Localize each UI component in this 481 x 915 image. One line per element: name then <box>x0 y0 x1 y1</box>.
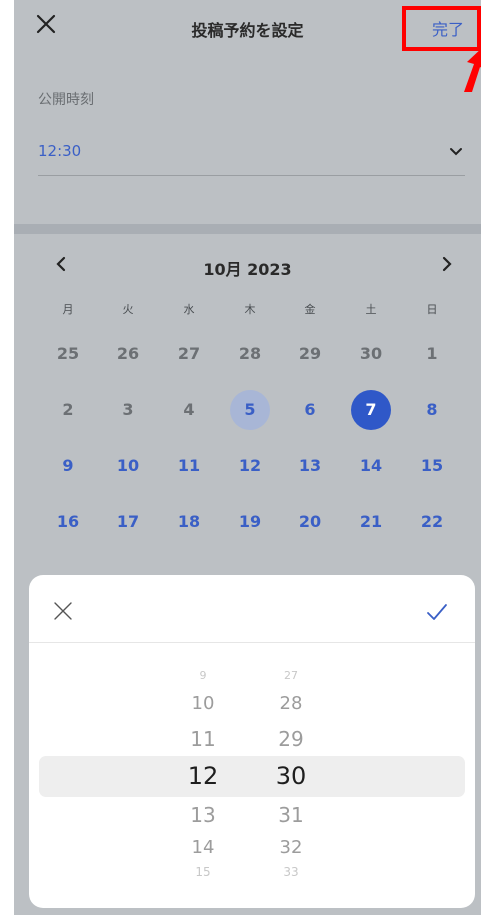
picker-minute[interactable]: 29 <box>261 727 321 751</box>
calendar-day[interactable]: 6 <box>290 390 330 430</box>
calendar-day[interactable]: 4 <box>169 390 209 430</box>
calendar-day[interactable]: 28 <box>230 334 270 374</box>
picker-minute-selected[interactable]: 30 <box>261 762 321 790</box>
calendar-day[interactable]: 1 <box>412 334 452 374</box>
calendar-day[interactable]: 9 <box>48 446 88 486</box>
sheet-divider <box>29 642 475 643</box>
calendar-day-today[interactable]: 5 <box>230 390 270 430</box>
calendar-day[interactable]: 3 <box>108 390 148 430</box>
calendar-day[interactable]: 22 <box>412 502 452 542</box>
picker-hour-selected[interactable]: 12 <box>173 762 233 790</box>
calendar-day[interactable]: 26 <box>108 334 148 374</box>
calendar-day[interactable]: 10 <box>108 446 148 486</box>
picker-hour[interactable]: 11 <box>173 727 233 751</box>
close-icon[interactable] <box>53 601 73 621</box>
calendar-day[interactable]: 21 <box>351 502 391 542</box>
picker-hour[interactable]: 14 <box>173 837 233 858</box>
calendar-day[interactable]: 19 <box>230 502 270 542</box>
calendar-day-selected[interactable]: 7 <box>351 390 391 430</box>
calendar-day[interactable]: 17 <box>108 502 148 542</box>
picker-minute[interactable]: 27 <box>261 669 321 682</box>
calendar-grid: 25 26 27 28 29 30 1 2 3 4 5 6 7 8 9 10 1… <box>14 0 481 600</box>
calendar-day[interactable]: 16 <box>48 502 88 542</box>
calendar-day[interactable]: 27 <box>169 334 209 374</box>
calendar-day[interactable]: 30 <box>351 334 391 374</box>
calendar-day[interactable]: 8 <box>412 390 452 430</box>
calendar-day[interactable]: 25 <box>48 334 88 374</box>
picker-selection-band <box>39 756 465 797</box>
calendar-day[interactable]: 20 <box>290 502 330 542</box>
picker-hour[interactable]: 13 <box>173 803 233 827</box>
picker-minute[interactable]: 32 <box>261 837 321 858</box>
picker-minute[interactable]: 31 <box>261 803 321 827</box>
picker-hour[interactable]: 10 <box>173 693 233 714</box>
picker-minute[interactable]: 33 <box>261 865 321 879</box>
calendar-day[interactable]: 29 <box>290 334 330 374</box>
check-icon[interactable] <box>426 603 448 621</box>
picker-minute[interactable]: 28 <box>261 693 321 714</box>
calendar-day[interactable]: 18 <box>169 502 209 542</box>
calendar-day[interactable]: 14 <box>351 446 391 486</box>
calendar-day[interactable]: 12 <box>230 446 270 486</box>
picker-hour[interactable]: 15 <box>173 865 233 879</box>
calendar-day[interactable]: 11 <box>169 446 209 486</box>
calendar-day[interactable]: 15 <box>412 446 452 486</box>
time-picker-sheet: 9 10 11 12 13 14 15 27 28 29 30 31 32 33 <box>29 575 475 908</box>
picker-hour[interactable]: 9 <box>173 669 233 682</box>
red-arrow-icon <box>464 48 481 92</box>
calendar-day[interactable]: 13 <box>290 446 330 486</box>
calendar-day[interactable]: 2 <box>48 390 88 430</box>
